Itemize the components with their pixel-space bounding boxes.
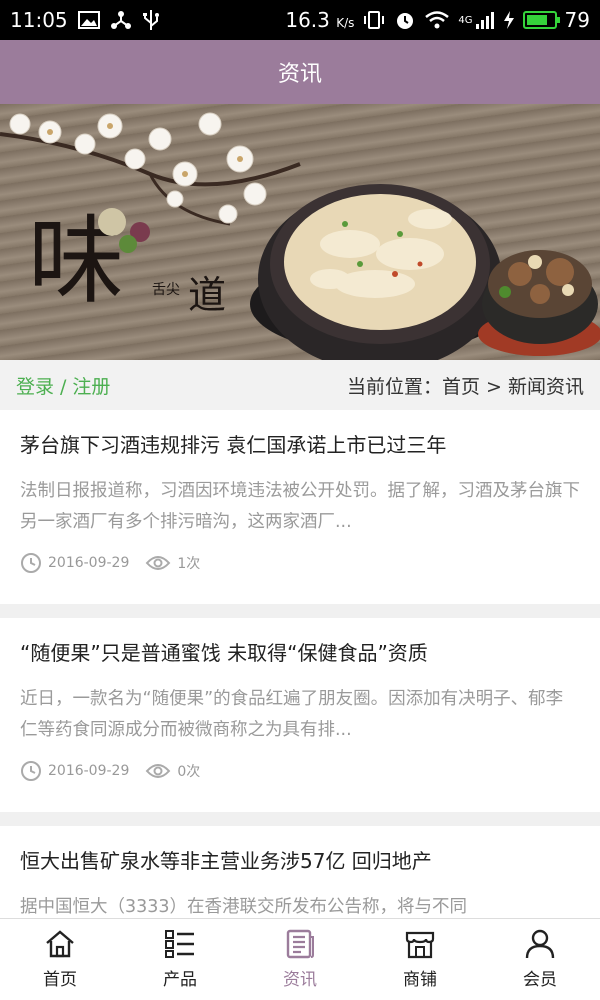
image-icon	[77, 11, 100, 29]
news-meta: 2016-09-29 1次	[20, 552, 580, 574]
svg-text:道: 道	[188, 273, 226, 317]
bottom-tab-bar: 首页 产品 资讯 商铺 会员	[0, 918, 600, 1000]
news-item[interactable]: “随便果”只是普通蜜饯 未取得“保健食品”资质 近日，一款名为“随便果”的食品红…	[0, 618, 600, 812]
news-views: 1次	[177, 556, 201, 572]
battery-icon	[522, 11, 560, 29]
news-item[interactable]: 恒大出售矿泉水等非主营业务涉57亿 回归地产 据中国恒大（3333）在香港联交所…	[0, 826, 600, 918]
usb-icon	[142, 9, 160, 31]
news-date: 2016-09-29	[48, 763, 130, 779]
clay-pot-graphic	[250, 184, 510, 360]
tab-label: 产品	[163, 970, 197, 990]
login-link[interactable]: 登录	[16, 376, 54, 398]
news-summary: 据中国恒大（3333）在香港联交所发布公告称，将与不同	[20, 897, 468, 917]
app-header: 资讯	[0, 40, 600, 104]
breadcrumb: 当前位置：首页 > 新闻资讯	[347, 375, 584, 398]
svg-text:舌尖: 舌尖	[152, 282, 180, 298]
register-link[interactable]: 注册	[72, 376, 110, 398]
news-item[interactable]: 茅台旗下习酒违规排污 袁仁国承诺上市已过三年 法制日报报道称，习酒因环境违法被公…	[0, 410, 600, 604]
clock-icon	[20, 552, 42, 574]
alarm-icon	[394, 9, 416, 31]
list-icon	[165, 930, 194, 958]
battery-level: 79	[564, 8, 590, 32]
auth-separator: /	[60, 375, 67, 398]
news-summary: 近日，一款名为“随便果”的食品红遍了朋友圈。因添加有决明子、郁李仁等药食同源成分…	[20, 689, 564, 740]
eye-icon	[145, 762, 171, 780]
eye-icon	[145, 554, 171, 572]
news-date: 2016-09-29	[48, 555, 130, 571]
page-title: 资讯	[277, 62, 322, 87]
tab-label: 会员	[523, 970, 557, 990]
location-bar: 登录 / 注册 当前位置：首页 > 新闻资讯	[0, 360, 600, 410]
news-views: 0次	[177, 764, 201, 780]
news-title: “随便果”只是普通蜜饯 未取得“保健食品”资质	[20, 641, 428, 665]
tab-shops[interactable]: 商铺	[360, 919, 480, 1000]
tab-member[interactable]: 会员	[480, 919, 600, 1000]
news-summary: 法制日报报道称，习酒因环境违法被公开处罚。据了解，习酒及茅台旗下另一家酒厂有多个…	[20, 481, 580, 532]
vibrate-icon	[362, 10, 386, 30]
status-time: 11:05	[10, 8, 68, 32]
clock-icon	[20, 760, 42, 782]
banner-image[interactable]: 味 舌尖 道	[0, 104, 600, 360]
share-icon	[110, 10, 132, 30]
news-meta: 2016-09-29 0次	[20, 760, 580, 782]
news-title: 茅台旗下习酒违规排污 袁仁国承诺上市已过三年	[20, 433, 447, 457]
tab-news[interactable]: 资讯	[240, 919, 360, 1000]
user-icon	[525, 929, 555, 959]
shop-icon	[405, 931, 435, 959]
tab-label: 首页	[43, 970, 77, 990]
tab-products[interactable]: 产品	[120, 919, 240, 1000]
tab-label: 资讯	[283, 970, 317, 990]
tab-home[interactable]: 首页	[0, 919, 120, 1000]
calligraphy-graphic: 味 舌尖 道	[28, 205, 226, 317]
news-title: 恒大出售矿泉水等非主营业务涉57亿 回归地产	[20, 849, 432, 873]
network-speed: 16.3 K/s	[285, 8, 355, 32]
charging-icon	[503, 10, 515, 30]
news-icon	[286, 929, 314, 959]
wifi-icon	[424, 10, 450, 30]
signal-icon: 4G	[458, 10, 494, 30]
tab-label: 商铺	[403, 970, 437, 990]
status-bar: 11:05 16.3 K/s 4G 79	[0, 0, 600, 40]
news-list: 茅台旗下习酒违规排污 袁仁国承诺上市已过三年 法制日报报道称，习酒因环境违法被公…	[0, 410, 600, 918]
stone-bowl-graphic	[478, 250, 600, 356]
home-icon	[46, 930, 74, 958]
auth-links: 登录 / 注册	[16, 372, 110, 399]
